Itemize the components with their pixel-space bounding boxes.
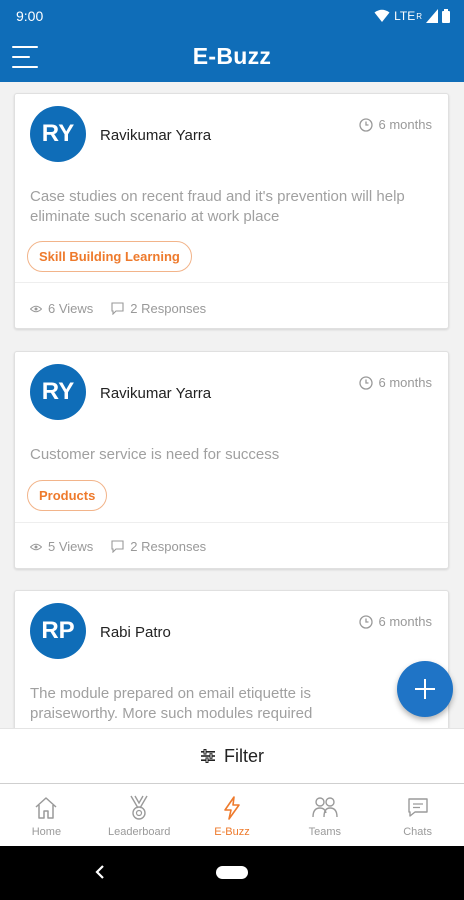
clock-icon — [358, 375, 373, 390]
status-icons: LTE R — [374, 9, 450, 23]
nav-item-ebuzz[interactable]: E-Buzz — [186, 784, 279, 846]
views-count: 6 Views — [30, 301, 93, 316]
nav-item-chats[interactable]: Chats — [371, 784, 464, 846]
back-icon[interactable] — [93, 864, 107, 880]
post-time-label: 6 months — [378, 375, 432, 390]
nav-item-teams[interactable]: Teams — [278, 784, 371, 846]
system-nav-bar — [0, 846, 464, 900]
nav-label-home: Home — [31, 826, 62, 838]
post-card[interactable]: RY Ravikumar Yarra 6 months Customer ser… — [14, 351, 449, 569]
avatar[interactable]: RP — [30, 603, 86, 659]
filter-sliders-icon — [201, 749, 215, 763]
filter-label: Filter — [224, 745, 264, 766]
nav-item-home[interactable]: Home — [0, 784, 93, 846]
home-pill-button[interactable] — [216, 866, 248, 879]
post-text: Customer service is need for success — [30, 446, 280, 463]
post-tag[interactable]: Products — [27, 480, 108, 511]
eye-icon — [30, 305, 42, 312]
post-author: Rabi Patro — [100, 624, 171, 641]
post-stats: 6 Views 2 Responses — [30, 301, 206, 316]
views-label: 6 Views — [48, 301, 94, 316]
nav-label-teams: Teams — [308, 826, 341, 838]
responses-count[interactable]: 2 Responses — [111, 539, 206, 554]
roaming-indicator: R — [416, 11, 422, 21]
post-feed[interactable]: RY Ravikumar Yarra 6 months Case studies… — [0, 82, 464, 728]
eye-icon — [30, 543, 42, 550]
responses-label: 2 Responses — [130, 301, 207, 316]
responses-count[interactable]: 2 Responses — [111, 301, 206, 316]
signal-icon — [426, 9, 438, 23]
post-card[interactable]: RY Ravikumar Yarra 6 months Case studies… — [14, 93, 449, 329]
network-type: LTE — [394, 9, 416, 23]
app-bar: E-Buzz — [0, 32, 464, 82]
medal-icon — [130, 795, 148, 820]
avatar[interactable]: RY — [30, 106, 86, 162]
plus-icon-vertical — [424, 679, 426, 699]
chat-icon — [407, 798, 428, 817]
views-count: 5 Views — [30, 539, 93, 554]
post-card[interactable]: RP Rabi Patro 6 months The module prepar… — [14, 590, 449, 728]
people-icon — [312, 797, 338, 818]
post-time: 6 months — [358, 375, 432, 390]
battery-icon — [442, 9, 450, 23]
responses-label: 2 Responses — [130, 539, 207, 554]
add-post-button[interactable] — [397, 661, 453, 717]
post-time: 6 months — [358, 614, 432, 629]
nav-label-leaderboard: Leaderboard — [108, 826, 171, 838]
post-text: The module prepared on email etiquette i… — [30, 685, 313, 722]
status-time: 9:00 — [16, 8, 44, 24]
avatar[interactable]: RY — [30, 364, 86, 420]
comment-icon — [111, 540, 124, 553]
status-bar: 9:00 LTE R — [0, 0, 464, 32]
views-label: 5 Views — [48, 539, 94, 554]
post-stats: 5 Views 2 Responses — [30, 539, 206, 554]
clock-icon — [358, 117, 373, 132]
post-time: 6 months — [358, 117, 432, 132]
nav-label-chats: Chats — [403, 826, 432, 838]
card-divider — [15, 522, 448, 523]
home-icon — [35, 797, 57, 819]
comment-icon — [111, 302, 124, 315]
post-author: Ravikumar Yarra — [100, 385, 212, 402]
nav-item-leaderboard[interactable]: Leaderboard — [93, 784, 186, 846]
post-time-label: 6 months — [378, 117, 432, 132]
filter-button[interactable]: Filter — [0, 728, 464, 784]
post-tag[interactable]: Skill Building Learning — [27, 241, 192, 272]
card-divider — [15, 282, 448, 283]
post-author: Ravikumar Yarra — [100, 127, 212, 144]
wifi-icon — [374, 9, 390, 22]
post-time-label: 6 months — [378, 614, 432, 629]
nav-label-ebuzz: E-Buzz — [214, 826, 250, 838]
post-text: Case studies on recent fraud and it's pr… — [30, 188, 405, 225]
page-title: E-Buzz — [192, 43, 272, 69]
bottom-nav: Home Leaderboard E-Buzz Teams Chats — [0, 784, 464, 846]
clock-icon — [358, 614, 373, 629]
lightning-icon — [224, 796, 240, 820]
